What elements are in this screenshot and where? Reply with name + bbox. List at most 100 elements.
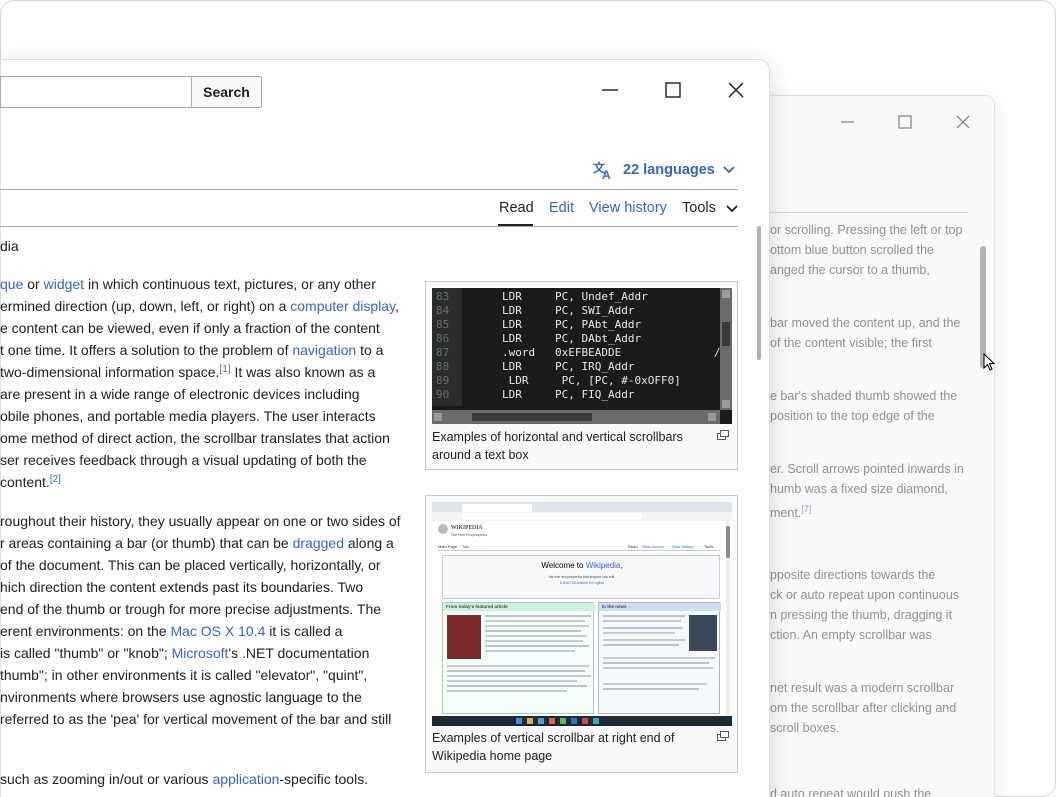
article-link[interactable]: widget <box>44 276 84 292</box>
search-button[interactable]: Search <box>191 76 262 108</box>
maximize-icon[interactable] <box>891 110 919 134</box>
from-wikipedia-label: dia <box>0 238 19 254</box>
enlarge-icon[interactable] <box>717 430 729 440</box>
code-text: LDR PC, FIQ_Addr <box>502 388 635 401</box>
featured-article-photo <box>447 615 481 659</box>
caption-line: Examples of horizontal and vertical scro… <box>432 430 683 444</box>
background-text-line: or scrolling. Pressing the left or top <box>770 223 963 237</box>
scrollbar-thumb[interactable] <box>757 226 761 360</box>
article-link[interactable]: computer display <box>290 298 395 314</box>
line-number: 90 <box>436 388 450 401</box>
text-placeholder <box>603 639 685 641</box>
code-text: LDR PC, SWI_Addr <box>502 304 635 317</box>
background-text-line: pposite directions towards the <box>770 568 936 582</box>
text-placeholder <box>603 620 681 622</box>
text-placeholder <box>603 662 709 664</box>
text-run: erent environments: on the <box>0 623 171 639</box>
enlarge-icon[interactable] <box>717 731 729 741</box>
welcome-heading: Welcome to Wikipedia, <box>443 561 721 570</box>
background-text-fragment: ment. <box>770 506 802 521</box>
caption-line: around a text box <box>432 448 529 462</box>
text-line: hich direction the content extends past … <box>0 579 364 595</box>
background-text-line: ment.[7] <box>770 499 811 523</box>
tabs-divider <box>0 226 738 227</box>
vertical-scrollbar <box>720 288 732 410</box>
featured-article-box: From today's featured article <box>442 602 595 714</box>
page-scrollbar-thumb <box>726 526 730 558</box>
background-text-line: position to the top edge of the <box>770 409 935 423</box>
text-run: to a <box>356 342 384 358</box>
background-text-line: net result was a modern scrollbar <box>770 681 955 695</box>
text-run: t one time. It offers a solution to the … <box>0 342 293 358</box>
code-text: LDR PC, DAbt_Addr <box>502 332 642 345</box>
text-placeholder <box>485 650 575 652</box>
maximize-icon[interactable] <box>658 76 688 106</box>
code-line: 86 LDR PC, DAbt_Addr <box>432 332 732 346</box>
background-scrollbar-thumb[interactable] <box>980 246 986 368</box>
text-placeholder <box>603 627 683 629</box>
welcome-link: Wikipedia <box>585 561 621 570</box>
text-run: in which continuous text, pictures, or a… <box>84 276 376 292</box>
figure-image[interactable]: WIKIPEDIA The Free Encyclopedia Main Pag… <box>432 502 732 726</box>
article-link[interactable]: dragged <box>293 535 344 551</box>
text-run: content. <box>0 474 50 490</box>
text-line: obile phones, and portable media players… <box>0 408 376 424</box>
chevron-down-icon[interactable] <box>726 205 738 213</box>
article-link[interactable]: navigation <box>292 342 356 358</box>
figure-caption: Examples of vertical scrollbar at right … <box>432 729 674 765</box>
article-link[interactable]: application <box>212 771 279 787</box>
text-run: It was also known as a <box>230 364 376 380</box>
browser-tab <box>462 504 532 512</box>
text-placeholder <box>447 680 577 682</box>
figure-wikipedia-home: WIKIPEDIA The Free Encyclopedia Main Pag… <box>425 495 738 773</box>
text-placeholder <box>603 657 715 659</box>
text-line: e content can be viewed, even if only a … <box>0 320 380 336</box>
figure-caption: Examples of horizontal and vertical scro… <box>432 428 683 464</box>
article-paragraph: que or widget in which continuous text, … <box>0 273 410 493</box>
tab-edit[interactable]: Edit <box>549 200 574 216</box>
citation-link[interactable]: [2] <box>50 474 61 485</box>
citation-link[interactable]: [7] <box>801 504 811 514</box>
taskbar-app-icon <box>582 718 588 724</box>
background-text-line: d auto repeat would push the <box>770 787 932 797</box>
text-line: thumb"; in other environments it is call… <box>0 667 368 683</box>
code-line: 83 LDR PC, Undef_Addr <box>432 290 732 304</box>
languages-label: 22 languages <box>623 162 715 178</box>
horizontal-scrollbar <box>432 410 720 424</box>
languages-button[interactable]: 文 A 22 languages <box>593 159 735 181</box>
code-line: 85 LDR PC, PAbt_Addr <box>432 318 732 332</box>
text-run: along a <box>344 535 394 551</box>
text-placeholder <box>603 688 699 690</box>
text-placeholder <box>447 690 567 692</box>
search-input[interactable] <box>0 76 192 108</box>
mouse-pointer-icon <box>983 353 996 371</box>
article-link[interactable]: Microsoft <box>172 645 229 661</box>
citation-link[interactable]: [1] <box>219 364 230 375</box>
text-placeholder <box>447 675 591 677</box>
minimize-icon[interactable] <box>833 110 861 134</box>
wikipedia-tagline: The Free Encyclopedia <box>451 533 487 537</box>
text-line: ome method of direct action, the scrollb… <box>0 430 390 446</box>
close-icon[interactable] <box>949 110 977 134</box>
figure-image[interactable]: 83 LDR PC, Undef_Addr 84 LDR PC, SWI_Addr … <box>432 288 732 424</box>
text-line: end of the thumb or trough for more prec… <box>0 601 382 617</box>
background-text-line: anged the cursor to a thumb, <box>770 263 930 277</box>
close-icon[interactable] <box>721 76 751 106</box>
tab-view-history[interactable]: View history <box>589 200 667 216</box>
minimize-icon[interactable] <box>595 76 625 106</box>
chevron-down-icon <box>723 166 735 174</box>
article-link[interactable]: que <box>0 276 23 292</box>
tab-read[interactable]: Read <box>499 200 534 216</box>
background-text-line: scroll boxes. <box>770 721 840 735</box>
text-line: ser receives feedback through a visual u… <box>0 452 367 468</box>
wikipedia-wordmark: WIKIPEDIA <box>451 525 483 531</box>
tab-tools[interactable]: Tools <box>682 200 716 216</box>
welcome-text: , <box>620 561 623 570</box>
text-run: ermined direction (up, down, left, or ri… <box>0 298 291 314</box>
news-photo <box>689 615 717 651</box>
translate-icon: 文 A <box>593 160 611 180</box>
text-run: -specific tools. <box>279 771 369 787</box>
text-run: or <box>23 276 44 292</box>
article-link[interactable]: Mac OS X 10.4 <box>170 623 265 639</box>
code-line: 87 .word 0xEFBEADDE /* <box>432 346 732 360</box>
